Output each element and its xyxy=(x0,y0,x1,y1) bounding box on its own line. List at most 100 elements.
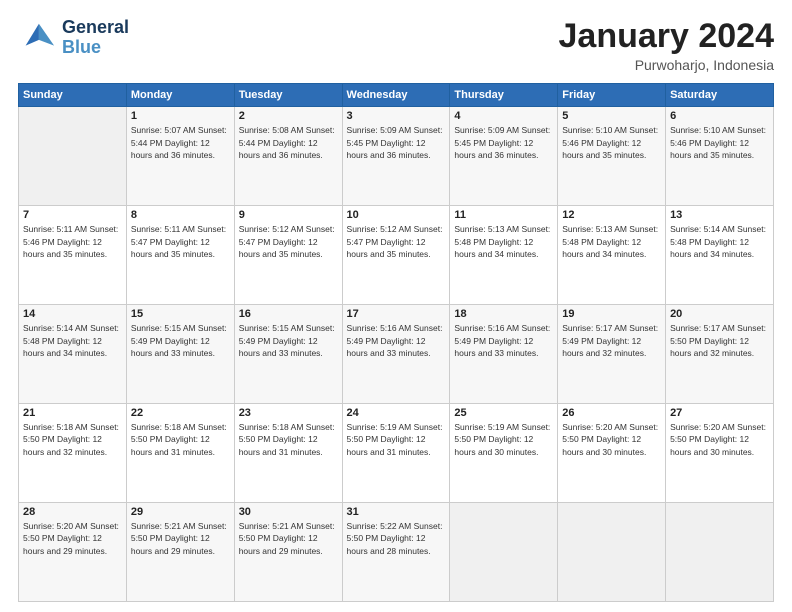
header: General Blue January 2024 Purwoharjo, In… xyxy=(18,18,774,73)
day-number: 14 xyxy=(23,308,122,320)
table-row: 29Sunrise: 5:21 AM Sunset: 5:50 PM Dayli… xyxy=(126,503,234,602)
day-info: Sunrise: 5:16 AM Sunset: 5:49 PM Dayligh… xyxy=(347,322,446,359)
day-info: Sunrise: 5:15 AM Sunset: 5:49 PM Dayligh… xyxy=(239,322,338,359)
table-row: 23 Sunrise: 5:18 AM Sunset: 5:50 PM Dayli… xyxy=(234,404,342,503)
logo-text: General Blue xyxy=(62,18,129,58)
col-saturday: Saturday xyxy=(666,84,774,107)
day-info: Sunrise: 5:21 AM Sunset: 5:50 PM Dayligh… xyxy=(239,520,338,557)
day-number: 13 xyxy=(670,209,769,221)
day-number: 4 xyxy=(454,110,553,122)
day-info: Sunrise: 5:16 AM Sunset: 5:49 PM Dayligh… xyxy=(454,322,553,359)
day-info: Sunrise: 5:19 AM Sunset: 5:50 PM Dayligh… xyxy=(454,421,553,458)
table-row: 21 Sunrise: 5:18 AM Sunset: 5:50 PM Dayli… xyxy=(19,404,127,503)
day-number: 10 xyxy=(347,209,446,221)
table-row: 19 Sunrise: 5:17 AM Sunset: 5:49 PM Dayli… xyxy=(558,305,666,404)
table-row: 15 Sunrise: 5:15 AM Sunset: 5:49 PM Dayli… xyxy=(126,305,234,404)
day-number: 19 xyxy=(562,308,661,320)
day-info: Sunrise: 5:20 AM Sunset: 5:50 PM Dayligh… xyxy=(670,421,769,458)
day-info: Sunrise: 5:08 AM Sunset: 5:44 PM Dayligh… xyxy=(239,124,338,161)
col-thursday: Thursday xyxy=(450,84,558,107)
day-info: Sunrise: 5:11 AM Sunset: 5:47 PM Dayligh… xyxy=(131,223,230,260)
day-number: 28 xyxy=(23,506,122,518)
calendar-header-row: Sunday Monday Tuesday Wednesday Thursday… xyxy=(19,84,774,107)
day-info: Sunrise: 5:21 AM Sunset: 5:50 PM Dayligh… xyxy=(131,520,230,557)
day-number: 15 xyxy=(131,308,230,320)
day-number: 25 xyxy=(454,407,553,419)
table-row: 1 Sunrise: 5:07 AM Sunset: 5:44 PM Daylig… xyxy=(126,107,234,206)
col-wednesday: Wednesday xyxy=(342,84,450,107)
table-row: 11 Sunrise: 5:13 AM Sunset: 5:48 PM Dayli… xyxy=(450,206,558,305)
day-info: Sunrise: 5:10 AM Sunset: 5:46 PM Dayligh… xyxy=(670,124,769,161)
table-row: 12 Sunrise: 5:13 AM Sunset: 5:48 PM Dayli… xyxy=(558,206,666,305)
day-info: Sunrise: 5:17 AM Sunset: 5:50 PM Dayligh… xyxy=(670,322,769,359)
day-info: Sunrise: 5:13 AM Sunset: 5:48 PM Dayligh… xyxy=(562,223,661,260)
table-row: 28 Sunrise: 5:20 AM Sunset: 5:50 PM Dayli… xyxy=(19,503,127,602)
table-row xyxy=(666,503,774,602)
calendar-week-row: 21 Sunrise: 5:18 AM Sunset: 5:50 PM Dayli… xyxy=(19,404,774,503)
month-title: January 2024 xyxy=(559,18,775,55)
day-number: 7 xyxy=(23,209,122,221)
day-info: Sunrise: 5:17 AM Sunset: 5:49 PM Dayligh… xyxy=(562,322,661,359)
table-row: 22Sunrise: 5:18 AM Sunset: 5:50 PM Dayli… xyxy=(126,404,234,503)
day-number: 11 xyxy=(454,209,553,221)
logo: General Blue xyxy=(18,18,129,58)
calendar-week-row: 28 Sunrise: 5:20 AM Sunset: 5:50 PM Dayli… xyxy=(19,503,774,602)
table-row xyxy=(558,503,666,602)
col-monday: Monday xyxy=(126,84,234,107)
day-info: Sunrise: 5:12 AM Sunset: 5:47 PM Dayligh… xyxy=(239,223,338,260)
day-number: 21 xyxy=(23,407,122,419)
day-number: 20 xyxy=(670,308,769,320)
day-number: 8 xyxy=(131,209,230,221)
day-info: Sunrise: 5:09 AM Sunset: 5:45 PM Dayligh… xyxy=(454,124,553,161)
table-row: 31Sunrise: 5:22 AM Sunset: 5:50 PM Dayli… xyxy=(342,503,450,602)
col-friday: Friday xyxy=(558,84,666,107)
day-number: 26 xyxy=(562,407,661,419)
day-number: 16 xyxy=(239,308,338,320)
day-info: Sunrise: 5:14 AM Sunset: 5:48 PM Dayligh… xyxy=(23,322,122,359)
table-row: 20 Sunrise: 5:17 AM Sunset: 5:50 PM Dayli… xyxy=(666,305,774,404)
day-number: 1 xyxy=(131,110,230,122)
calendar-week-row: 14 Sunrise: 5:14 AM Sunset: 5:48 PM Dayli… xyxy=(19,305,774,404)
day-number: 2 xyxy=(239,110,338,122)
day-info: Sunrise: 5:13 AM Sunset: 5:48 PM Dayligh… xyxy=(454,223,553,260)
day-info: Sunrise: 5:07 AM Sunset: 5:44 PM Dayligh… xyxy=(131,124,230,161)
day-number: 23 xyxy=(239,407,338,419)
day-info: Sunrise: 5:18 AM Sunset: 5:50 PM Dayligh… xyxy=(23,421,122,458)
calendar-week-row: 1 Sunrise: 5:07 AM Sunset: 5:44 PM Daylig… xyxy=(19,107,774,206)
day-number: 9 xyxy=(239,209,338,221)
table-row: 4 Sunrise: 5:09 AM Sunset: 5:45 PM Daylig… xyxy=(450,107,558,206)
day-info: Sunrise: 5:15 AM Sunset: 5:49 PM Dayligh… xyxy=(131,322,230,359)
table-row: 27 Sunrise: 5:20 AM Sunset: 5:50 PM Dayli… xyxy=(666,404,774,503)
day-info: Sunrise: 5:18 AM Sunset: 5:50 PM Dayligh… xyxy=(239,421,338,458)
day-info: Sunrise: 5:10 AM Sunset: 5:46 PM Dayligh… xyxy=(562,124,661,161)
day-number: 5 xyxy=(562,110,661,122)
day-number: 24 xyxy=(347,407,446,419)
day-info: Sunrise: 5:11 AM Sunset: 5:46 PM Dayligh… xyxy=(23,223,122,260)
table-row: 18 Sunrise: 5:16 AM Sunset: 5:49 PM Dayli… xyxy=(450,305,558,404)
day-number: 3 xyxy=(347,110,446,122)
day-info: Sunrise: 5:19 AM Sunset: 5:50 PM Dayligh… xyxy=(347,421,446,458)
table-row xyxy=(450,503,558,602)
day-info: Sunrise: 5:20 AM Sunset: 5:50 PM Dayligh… xyxy=(23,520,122,557)
table-row: 9 Sunrise: 5:12 AM Sunset: 5:47 PM Daylig… xyxy=(234,206,342,305)
page: General Blue January 2024 Purwoharjo, In… xyxy=(0,0,792,612)
title-block: January 2024 Purwoharjo, Indonesia xyxy=(559,18,775,73)
day-number: 18 xyxy=(454,308,553,320)
table-row: 14 Sunrise: 5:14 AM Sunset: 5:48 PM Dayli… xyxy=(19,305,127,404)
day-info: Sunrise: 5:22 AM Sunset: 5:50 PM Dayligh… xyxy=(347,520,446,557)
table-row: 5 Sunrise: 5:10 AM Sunset: 5:46 PM Daylig… xyxy=(558,107,666,206)
day-info: Sunrise: 5:12 AM Sunset: 5:47 PM Dayligh… xyxy=(347,223,446,260)
table-row: 13 Sunrise: 5:14 AM Sunset: 5:48 PM Dayli… xyxy=(666,206,774,305)
table-row: 6Sunrise: 5:10 AM Sunset: 5:46 PM Daylig… xyxy=(666,107,774,206)
day-info: Sunrise: 5:09 AM Sunset: 5:45 PM Dayligh… xyxy=(347,124,446,161)
day-info: Sunrise: 5:20 AM Sunset: 5:50 PM Dayligh… xyxy=(562,421,661,458)
day-number: 12 xyxy=(562,209,661,221)
table-row: 2 Sunrise: 5:08 AM Sunset: 5:44 PM Daylig… xyxy=(234,107,342,206)
day-number: 22 xyxy=(131,407,230,419)
day-number: 27 xyxy=(670,407,769,419)
table-row: 17Sunrise: 5:16 AM Sunset: 5:49 PM Dayli… xyxy=(342,305,450,404)
col-tuesday: Tuesday xyxy=(234,84,342,107)
table-row: 16 Sunrise: 5:15 AM Sunset: 5:49 PM Dayli… xyxy=(234,305,342,404)
day-info: Sunrise: 5:14 AM Sunset: 5:48 PM Dayligh… xyxy=(670,223,769,260)
table-row: 3 Sunrise: 5:09 AM Sunset: 5:45 PM Daylig… xyxy=(342,107,450,206)
